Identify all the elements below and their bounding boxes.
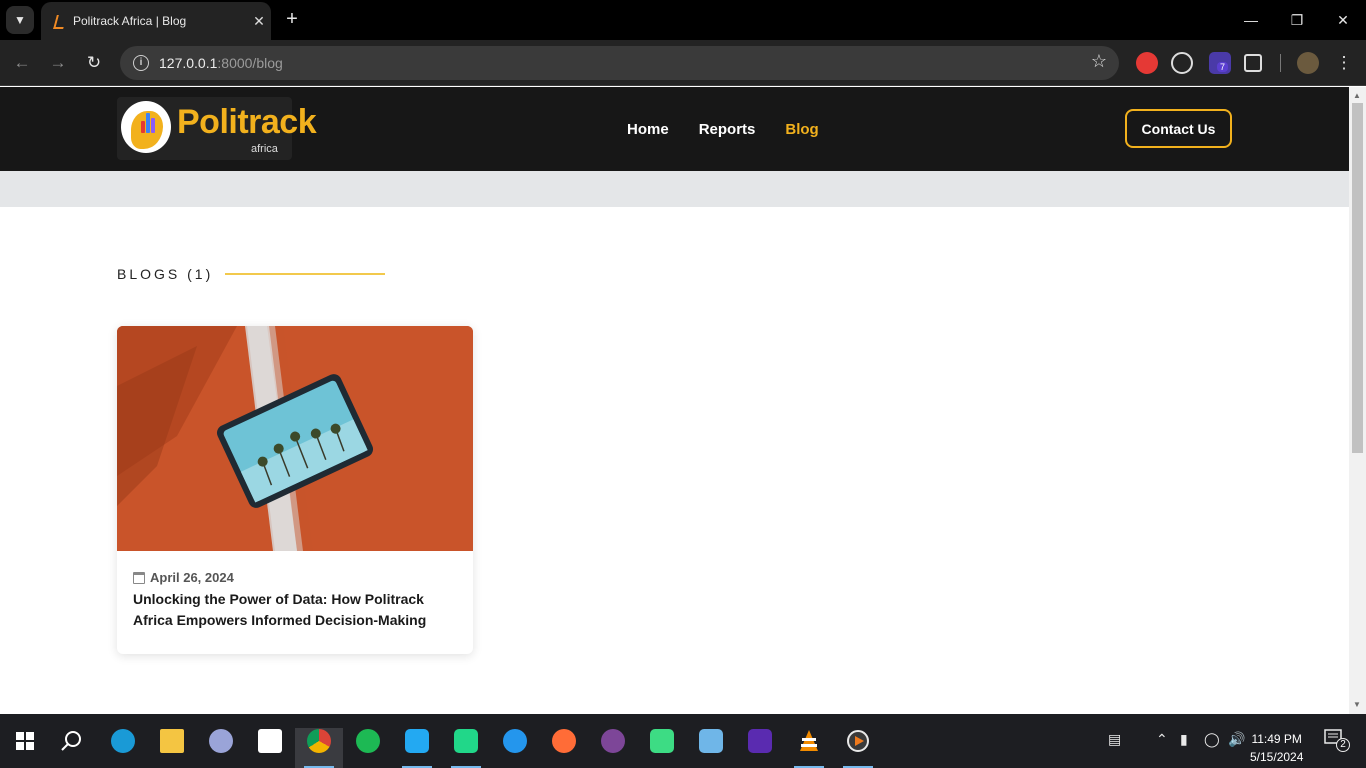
tor-browser-icon[interactable] — [596, 724, 630, 758]
nav-home[interactable]: Home — [627, 121, 669, 138]
clock-date: 5/15/2024 — [1250, 750, 1304, 764]
extension-badge-count: 7 — [1217, 62, 1229, 72]
contact-us-button[interactable]: Contact Us — [1125, 109, 1232, 148]
network-globe-icon[interactable]: ◯ — [1204, 731, 1220, 748]
forward-button[interactable]: → — [46, 51, 70, 75]
docker-icon[interactable] — [498, 724, 532, 758]
search-icon[interactable] — [55, 724, 89, 758]
blog-card-image[interactable] — [117, 326, 473, 551]
site-logo[interactable]: Politrack africa — [117, 97, 317, 160]
browser-tab[interactable]: Politrack Africa | Blog ✕ — [41, 2, 271, 40]
logo-globe-icon — [121, 101, 171, 153]
chrome-icon[interactable] — [302, 724, 336, 758]
blog-card-meta: April 26, 2024 — [133, 570, 234, 585]
start-windows-icon[interactable] — [8, 724, 42, 758]
vlc-icon[interactable] — [792, 724, 826, 758]
notification-center-icon[interactable]: 2 — [1324, 728, 1350, 752]
battery-icon[interactable]: ▮ — [1180, 731, 1188, 748]
url-path: :8000/blog — [217, 55, 283, 71]
profile-avatar[interactable] — [1297, 52, 1319, 74]
browser-tab-bar: ▼ Politrack Africa | Blog ✕ + — ❐ ✕ — [0, 0, 1366, 40]
close-tab-icon[interactable]: ✕ — [247, 13, 271, 30]
extension-gauge-icon[interactable] — [1171, 52, 1193, 74]
bookmark-star-icon[interactable]: ☆ — [1091, 51, 1107, 72]
postman-icon[interactable] — [547, 724, 581, 758]
qbittorrent-icon[interactable] — [204, 724, 238, 758]
browser-toolbar: ← → ↻ i 127.0.0.1 :8000/blog ☆ 7 ⋮ — [0, 40, 1366, 86]
volume-icon[interactable]: 🔊 — [1228, 731, 1245, 748]
tray-overflow-chevron-icon[interactable]: ⌃ — [1156, 731, 1168, 748]
pycharm-icon[interactable] — [449, 724, 483, 758]
tab-search-button[interactable]: ▼ — [6, 6, 34, 34]
new-tab-button[interactable]: + — [280, 8, 304, 32]
back-button[interactable]: ← — [10, 51, 34, 75]
blog-card-title[interactable]: Unlocking the Power of Data: How Politra… — [133, 589, 453, 631]
section-title: BLOGS (1) — [117, 266, 214, 282]
section-divider — [225, 273, 386, 275]
sync-app-icon[interactable] — [645, 724, 679, 758]
notification-count-badge: 2 — [1336, 738, 1350, 752]
tab-title: Politrack Africa | Blog — [73, 14, 187, 28]
nav-reports[interactable]: Reports — [699, 121, 756, 138]
restore-button[interactable]: ❐ — [1285, 8, 1309, 32]
scroll-down-icon[interactable]: ▼ — [1353, 700, 1361, 709]
extension-badge-icon[interactable]: 7 — [1209, 52, 1231, 74]
video-editor-icon[interactable] — [743, 724, 777, 758]
page-scrollbar[interactable]: ▲ ▼ — [1349, 87, 1366, 714]
address-bar[interactable]: i 127.0.0.1 :8000/blog ☆ — [120, 46, 1119, 80]
blog-card-date: April 26, 2024 — [150, 570, 234, 585]
blog-card[interactable]: April 26, 2024 Unlocking the Power of Da… — [117, 326, 473, 654]
clock-time: 11:49 PM — [1251, 732, 1302, 746]
windows-taskbar: ▤ ⌃ ▮ ◯ 🔊 11:49 PM 5/15/2024 2 — [0, 714, 1366, 768]
minimize-button[interactable]: — — [1239, 8, 1263, 32]
microsoft-store-icon[interactable] — [253, 724, 287, 758]
section-heading: BLOGS (1) — [117, 266, 386, 282]
scroll-up-icon[interactable]: ▲ — [1353, 91, 1361, 100]
edge-icon[interactable] — [106, 724, 140, 758]
reload-button[interactable]: ↻ — [82, 51, 106, 75]
close-window-button[interactable]: ✕ — [1331, 8, 1355, 32]
toolbar-divider — [1280, 54, 1281, 72]
browser-menu-icon[interactable]: ⋮ — [1332, 51, 1356, 75]
spotify-icon[interactable] — [351, 724, 385, 758]
site-header: Politrack africa Home Reports Blog Conta… — [0, 87, 1349, 171]
system-clock[interactable]: 11:49 PM 5/15/2024 — [1250, 730, 1303, 766]
remote-desktop-icon[interactable] — [694, 724, 728, 758]
url-host: 127.0.0.1 — [159, 55, 218, 71]
media-player-icon[interactable] — [841, 724, 875, 758]
favicon-icon — [53, 15, 65, 27]
page-banner — [0, 171, 1349, 207]
calendar-icon — [133, 571, 145, 584]
logo-subtext: africa — [251, 143, 278, 155]
news-widget-icon[interactable]: ▤ — [1108, 731, 1121, 748]
main-nav: Home Reports Blog — [627, 121, 819, 138]
extension-hand-icon[interactable] — [1136, 52, 1158, 74]
site-info-icon[interactable]: i — [133, 55, 149, 71]
vscode-icon[interactable] — [400, 724, 434, 758]
nav-blog[interactable]: Blog — [785, 121, 818, 138]
logo-text: Politrack — [177, 103, 317, 141]
extensions-puzzle-icon[interactable] — [1244, 54, 1262, 72]
file-explorer-icon[interactable] — [155, 724, 189, 758]
scroll-thumb[interactable] — [1352, 103, 1363, 453]
